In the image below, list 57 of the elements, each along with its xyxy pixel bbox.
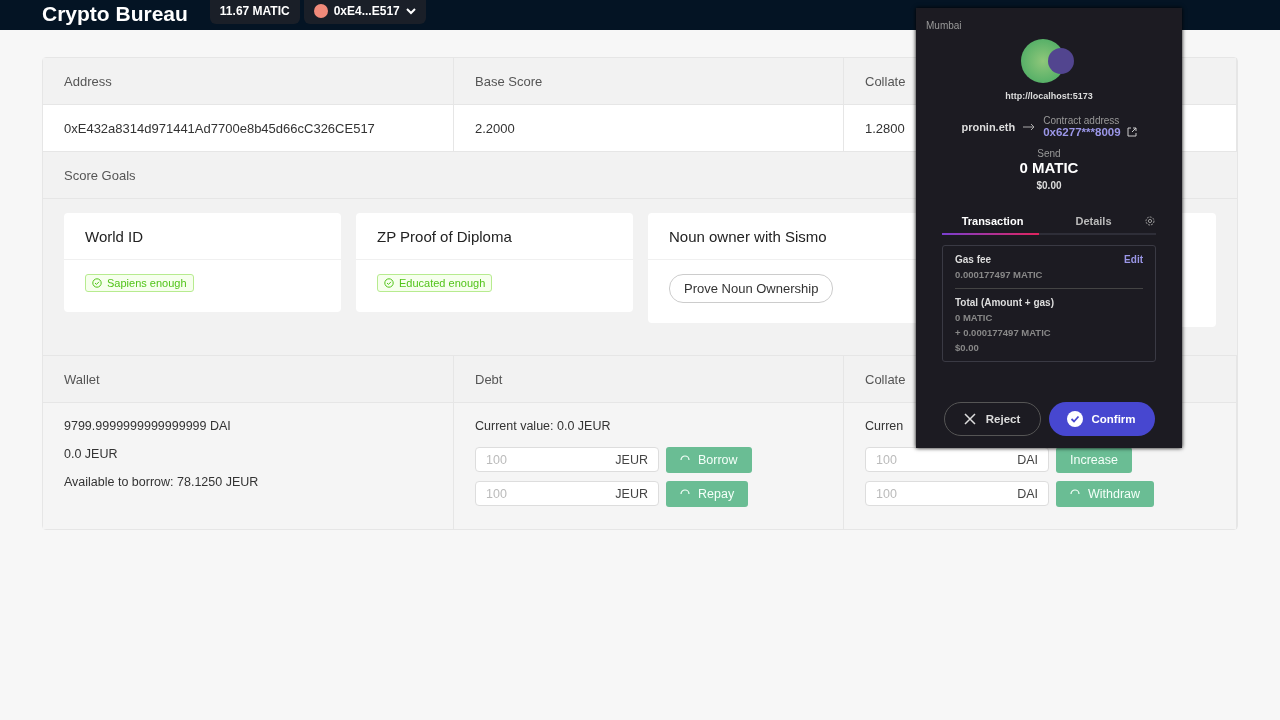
edit-link[interactable]: Edit [1124, 254, 1143, 265]
account-button[interactable]: 0xE4...E517 [303, 0, 426, 24]
badge-label: Sapiens enough [107, 277, 187, 289]
amount-field[interactable]: 100 DAI [865, 447, 1049, 472]
check-circle-icon [1067, 411, 1084, 427]
current-value: Current value: 0.0 JEUR [475, 419, 611, 433]
confirm-button[interactable]: Confirm [1048, 402, 1155, 436]
settings-icon[interactable] [1144, 215, 1156, 227]
total-label: Total (Amount + gas) [955, 297, 1055, 308]
gas-value: 0.000177497 MATIC [955, 269, 1044, 280]
wallet-text: 0.0 JEUR [64, 447, 118, 461]
app-title: Crypto Bureau [42, 2, 188, 26]
external-link-icon [1126, 127, 1137, 137]
avatar-icon [313, 4, 328, 18]
column-header: Debt [454, 356, 844, 402]
chevron-icon [405, 7, 416, 15]
current-value: Curren [865, 419, 904, 433]
arrow-icon [1023, 122, 1036, 131]
column-header: Base Score [454, 58, 844, 104]
send-amount: 0 MATIC [1019, 159, 1079, 176]
wallet-text: Available to borrow: 78.1250 JEUR [64, 475, 259, 489]
column-header: Wallet [43, 356, 454, 402]
field-placeholder: 100 [876, 486, 897, 501]
field-placeholder: 100 [486, 486, 507, 501]
wallet-text: 9799.9999999999999999 DAI [64, 419, 231, 433]
check-circle-icon [92, 278, 102, 288]
field-placeholder: 100 [486, 452, 507, 467]
card-title: ZP Proof of Diploma [356, 213, 633, 260]
amount-field[interactable]: 100 JEUR [475, 481, 659, 506]
total-value: 0 MATIC [955, 312, 994, 323]
popup-tab[interactable]: Details [1043, 209, 1144, 233]
sender-name: pronin.eth [961, 120, 1016, 133]
close-icon [963, 413, 976, 425]
check-circle-icon [384, 278, 394, 288]
table-cell: 0xE432a8314d971441Ad7700e8b45d66cC326CE517 [43, 105, 454, 151]
popup-tab[interactable]: Transaction [942, 209, 1043, 233]
amount-field[interactable]: 100 JEUR [475, 447, 659, 472]
unit-label: DAI [1017, 486, 1038, 501]
badge-label: Educated enough [399, 277, 486, 289]
column-header: Address [43, 58, 454, 104]
origin-url: http://localhost:5173 [1005, 91, 1093, 101]
gas-label: Gas fee [955, 254, 992, 265]
balance-pill: 11.67 MATIC [209, 0, 300, 24]
fiat-amount: $0.00 [1036, 180, 1062, 191]
unit-label: DAI [1017, 452, 1038, 467]
contract-link[interactable]: 0x6277***8009 [1043, 126, 1137, 138]
table-cell: 2.2000 [454, 105, 844, 151]
prove-button[interactable]: Prove Noun Ownership [669, 274, 834, 303]
network-label: Mumbai [926, 20, 962, 31]
unit-label: JEUR [615, 452, 648, 467]
field-placeholder: 100 [876, 452, 897, 467]
card-title: World ID [64, 213, 341, 260]
total-value: $0.00 [955, 342, 980, 353]
unit-label: JEUR [615, 486, 648, 501]
amount-field[interactable]: 100 DAI [865, 481, 1049, 506]
total-value: + 0.000177497 MATIC [955, 327, 1052, 338]
contract-label: Contract address [1043, 115, 1121, 126]
